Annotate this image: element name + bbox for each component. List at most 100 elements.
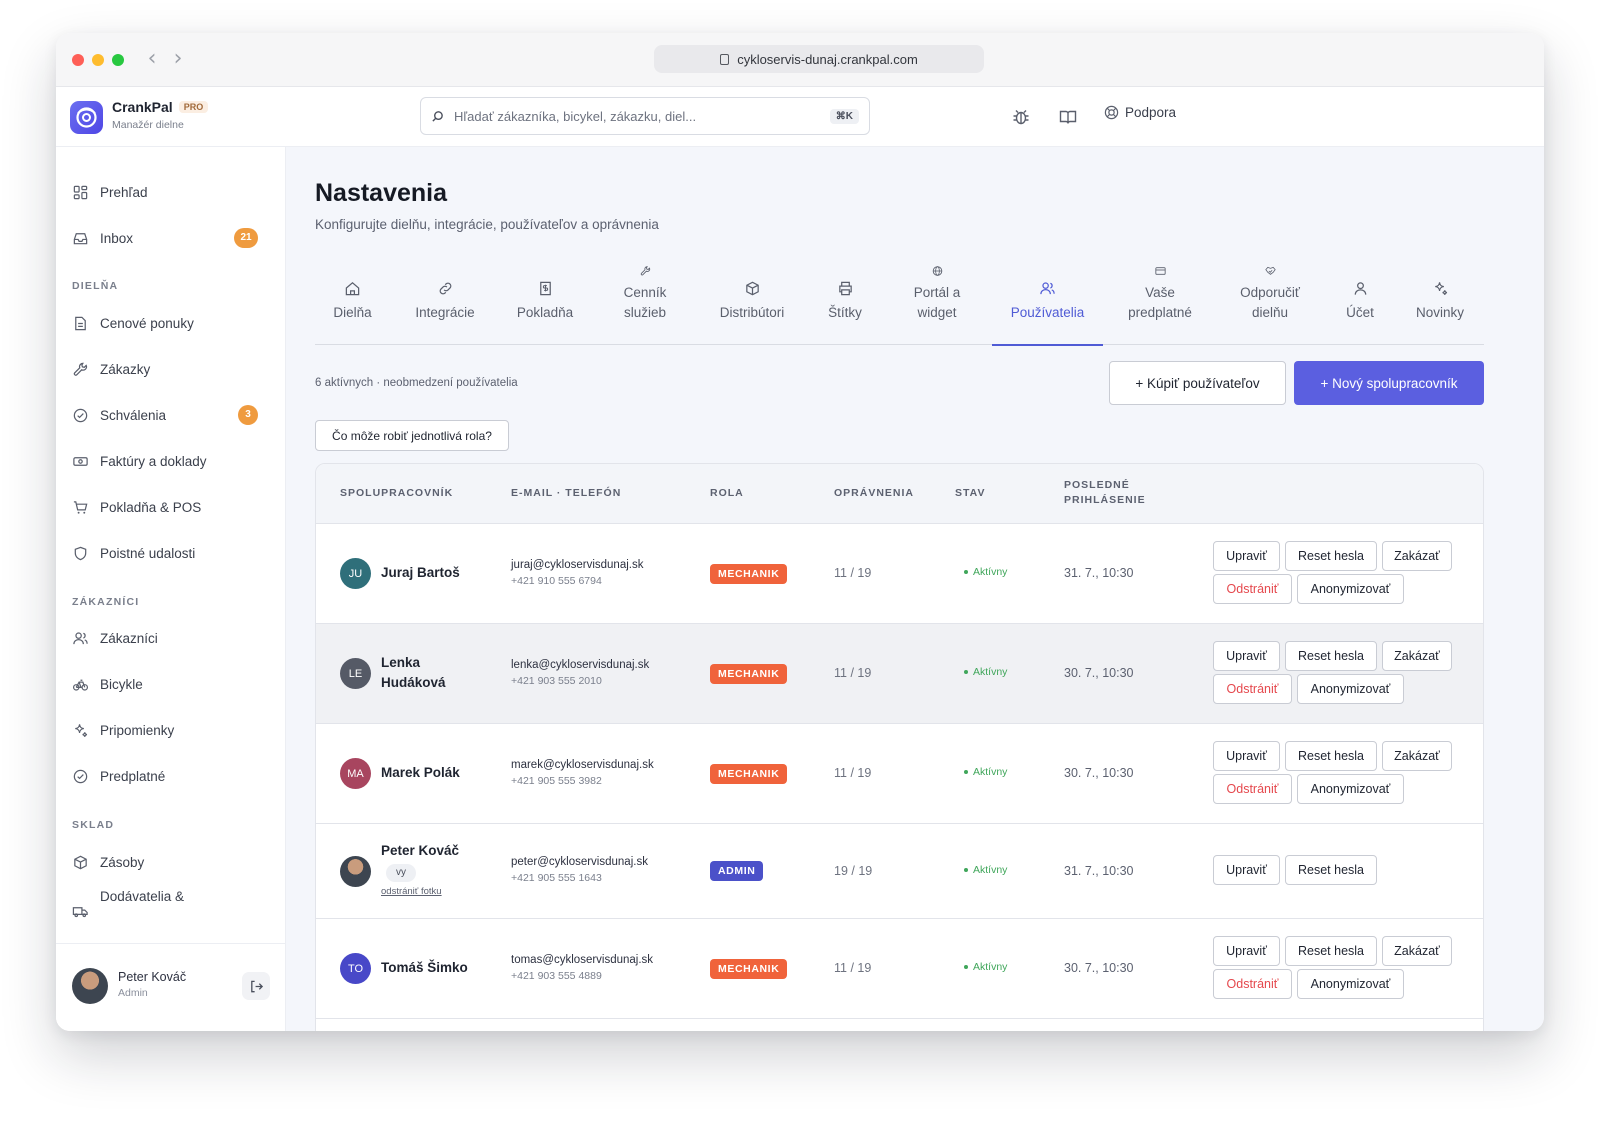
sidebar-item-label: Dodávatelia & [100,889,185,904]
support-label: Podpora [1125,105,1177,120]
sidebar-item-label: Faktúry a doklady [100,453,207,469]
sidebar-item-suppliers[interactable]: Dodávatelia & [72,889,272,923]
new-collaborator-button[interactable]: + Nový spolupracovník [1294,361,1484,405]
forward-arrow-icon[interactable]: › [168,45,188,73]
page-title: Nastavenia [315,179,448,207]
reset-password-button[interactable]: Reset hesla [1285,855,1377,885]
tab-distributori[interactable]: Distribútori [709,265,795,345]
tab-stitky[interactable]: Štítky [817,265,873,345]
last-login: 31. 7., 10:30 [1064,566,1134,580]
grid-icon [73,185,88,199]
tab-integracie[interactable]: Integrácie [407,265,483,345]
settings-tabs: Dielňa Integrácie Pokladňa Cenník služie… [315,265,1484,346]
user-avatar[interactable] [72,968,108,1004]
bug-icon[interactable] [1011,107,1031,127]
anonymize-button[interactable]: Anonymizovať [1297,774,1404,804]
logout-button[interactable] [242,972,270,1000]
edit-button[interactable]: Upraviť [1213,855,1280,885]
sparkle-icon [75,723,88,737]
remove-button[interactable]: Odstrániť [1213,774,1292,804]
sidebar-item-label: Pripomienky [100,722,175,738]
close-window-button[interactable] [72,54,84,66]
tab-portal-widget[interactable]: Portál a widget [895,265,979,345]
edit-button[interactable]: Upraviť [1213,936,1280,966]
remove-button[interactable]: Odstrániť [1213,574,1292,604]
search-input[interactable]: Hľadať zákazníka, bicykel, zákazku, diel… [454,109,820,124]
reset-password-button[interactable]: Reset hesla [1285,641,1377,671]
anonymize-button[interactable]: Anonymizovať [1297,674,1404,704]
remove-photo-link[interactable]: odstrániť fotku [381,886,442,897]
user-name: Tomáš Šimko [381,960,468,975]
anonymize-button[interactable]: Anonymizovať [1297,574,1404,604]
page-subtitle: Konfigurujte dielňu, integrácie, používa… [315,217,659,232]
tab-label: Vaše predplatné [1128,285,1192,320]
tab-odporucit-dielnu[interactable]: Odporučiť dielňu [1225,265,1315,345]
home-icon [345,282,360,296]
sidebar-item-subscriptions[interactable]: Predplatné [72,761,272,791]
buy-users-button[interactable]: + Kúpiť používateľov [1109,361,1286,405]
logo-icon [76,107,97,128]
global-search[interactable]: Hľadať zákazníka, bicykel, zákazku, diel… [420,97,870,135]
edit-button[interactable]: Upraviť [1213,541,1280,571]
sidebar-item-insurance[interactable]: Poistné udalosti [72,538,272,568]
user-email: marek@cykloservisdunaj.sk [511,759,654,771]
anonymize-button[interactable]: Anonymizovať [1297,969,1404,999]
check-circle-icon [73,769,88,783]
remove-button[interactable]: Odstrániť [1213,674,1292,704]
remove-button[interactable]: Odstrániť [1213,969,1292,999]
main-content: Nastavenia Konfigurujte dielňu, integrác… [286,147,1544,1031]
tab-pokladna[interactable]: Pokladňa [505,265,585,345]
sidebar-item-stock[interactable]: Zásoby [72,847,272,877]
table-row[interactable]: JU Juraj Bartoš juraj@cykloservisdunaj.s… [316,524,1483,624]
tab-label: Portál a widget [913,285,961,320]
sidebar-item-invoices[interactable]: Faktúry a doklady [72,446,272,476]
tab-ucet[interactable]: Účet [1337,265,1383,345]
roles-help-button[interactable]: Čo môže robiť jednotlivá rola? [315,420,509,451]
reset-password-button[interactable]: Reset hesla [1285,541,1377,571]
sidebar-item-overview[interactable]: Prehľad [72,177,272,207]
minimize-window-button[interactable] [92,54,104,66]
sidebar-item-pos[interactable]: Pokladňa & POS [72,492,272,522]
disable-button[interactable]: Zakázať [1382,541,1452,571]
last-login: 31. 7., 10:30 [1064,864,1134,878]
table-row[interactable]: LE Lenka Hudáková lenka@cykloservisdunaj… [316,624,1483,724]
maximize-window-button[interactable] [112,54,124,66]
reset-password-button[interactable]: Reset hesla [1285,936,1377,966]
crankpal-logo[interactable] [70,101,103,134]
user-email: peter@cykloservisdunaj.sk [511,856,648,868]
tab-pouzivatelia[interactable]: Používatelia [992,265,1103,346]
sidebar-item-inbox[interactable]: Inbox 21 [72,223,272,253]
book-icon[interactable] [1058,107,1078,127]
edit-button[interactable]: Upraviť [1213,741,1280,771]
support-link[interactable]: Podpora [1104,105,1176,120]
tab-cennik-sluzieb[interactable]: Cenník služieb [607,265,683,345]
address-bar[interactable]: cykloservis-dunaj.crankpal.com [654,45,984,73]
truck-icon [72,907,88,918]
table-row[interactable]: TO Tomáš Šimko tomas@cykloservisdunaj.sk… [316,919,1483,1019]
status-label: Aktívny [973,766,1008,778]
sidebar-item-orders[interactable]: Zákazky [72,354,272,384]
page-icon [720,53,730,65]
tab-label: Integrácie [415,305,475,320]
sidebar-item-approvals[interactable]: Schválenia 3 [72,400,272,430]
edit-button[interactable]: Upraviť [1213,641,1280,671]
tab-vase-predplatne[interactable]: Vaše predplatné [1117,265,1203,345]
tab-novinky[interactable]: Novinky [1407,265,1473,345]
user-info: Peter Kováč Admin [118,970,186,999]
back-arrow-icon[interactable]: ‹ [142,45,162,73]
sidebar-item-reminders[interactable]: Pripomienky [72,715,272,745]
sidebar-item-bicycles[interactable]: Bicykle [72,669,272,699]
user-email: lenka@cykloservisdunaj.sk [511,659,650,671]
sidebar-item-quotes[interactable]: Cenové ponuky [72,308,272,338]
plan-badge: PRO [178,101,209,113]
table-row[interactable]: MA Marek Polák marek@cykloservisdunaj.sk… [316,724,1483,824]
tab-dielna[interactable]: Dielňa [315,265,390,345]
table-row[interactable]: Peter Kováč vy odstrániť fotku peter@cyk… [316,824,1483,919]
disable-button[interactable]: Zakázať [1382,641,1452,671]
reset-password-button[interactable]: Reset hesla [1285,741,1377,771]
last-login: 30. 7., 10:30 [1064,666,1134,680]
table-header: SPOLUPRACOVNÍK E-MAIL · TELEFÓN ROLA OPR… [316,464,1483,524]
disable-button[interactable]: Zakázať [1382,741,1452,771]
disable-button[interactable]: Zakázať [1382,936,1452,966]
sidebar-item-customers[interactable]: Zákazníci [72,623,272,653]
